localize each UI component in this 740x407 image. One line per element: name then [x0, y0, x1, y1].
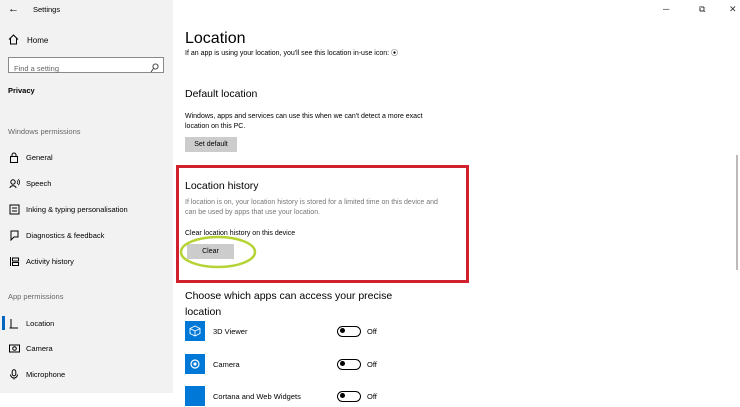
close-button[interactable]: ✕: [729, 4, 737, 15]
sidebar-item-activity-history[interactable]: Activity history: [8, 254, 74, 268]
app-name: 3D Viewer: [213, 326, 248, 336]
sidebar-item-label: Inking & typing personalisation: [26, 204, 128, 214]
microphone-icon: [8, 368, 20, 380]
app-toggle[interactable]: [337, 390, 361, 402]
sidebar-item-label: Location: [26, 318, 55, 328]
highlight-circle: [179, 235, 257, 269]
sidebar-item-label: General: [26, 152, 53, 162]
sidebar-item-microphone[interactable]: Microphone: [8, 367, 65, 381]
sidebar-item-inking[interactable]: Inking & typing personalisation: [8, 202, 128, 216]
sidebar-item-label: Activity history: [26, 256, 74, 266]
active-indicator: [2, 316, 5, 330]
lock-icon: [8, 151, 20, 163]
app-permissions-label: App permissions: [8, 292, 64, 301]
set-default-button[interactable]: Set default: [185, 137, 237, 152]
speech-icon: [8, 177, 20, 189]
sidebar: ← Settings Home Privacy Windows permissi…: [0, 0, 173, 393]
title-bar: ← Settings: [0, 0, 173, 20]
app-name: Camera: [213, 359, 240, 369]
home-label: Home: [27, 35, 49, 45]
sidebar-item-speech[interactable]: Speech: [8, 176, 51, 190]
choose-apps-title: Choose which apps can access your precis…: [185, 290, 393, 318]
default-location-desc: Windows, apps and services can use this …: [185, 113, 423, 130]
minimize-button[interactable]: ─: [663, 4, 669, 14]
feedback-icon: [8, 229, 20, 241]
scrollbar[interactable]: [736, 155, 738, 270]
in-use-text: If an app is using your location, you'll…: [185, 50, 399, 57]
cube-icon: [185, 321, 205, 341]
app-toggle[interactable]: [337, 358, 361, 370]
default-location-title: Default location: [185, 88, 258, 100]
home-icon: [8, 33, 20, 47]
back-arrow-icon[interactable]: ←: [8, 3, 19, 15]
app-title: Settings: [33, 5, 61, 14]
app-row-3d-viewer: 3D Viewer Off: [185, 320, 377, 342]
camera-app-icon: [185, 354, 205, 374]
camera-icon: [8, 342, 20, 354]
sidebar-item-label: Diagnostics & feedback: [26, 230, 105, 240]
search-box[interactable]: [8, 57, 164, 76]
activity-icon: [8, 255, 20, 267]
sidebar-item-diagnostics[interactable]: Diagnostics & feedback: [8, 228, 104, 242]
inking-icon: [8, 203, 20, 215]
page-title: Location: [185, 30, 246, 47]
sidebar-item-general[interactable]: General: [8, 150, 53, 164]
location-icon: [8, 317, 20, 329]
sidebar-item-label: Camera: [26, 343, 53, 353]
search-icon[interactable]: [150, 60, 159, 73]
app-toggle[interactable]: [337, 325, 361, 337]
toggle-state: Off: [367, 359, 377, 369]
sidebar-item-label: Speech: [26, 178, 52, 188]
windows-permissions-label: Windows permissions: [8, 127, 81, 136]
toggle-state: Off: [367, 326, 377, 336]
category-heading: Privacy: [8, 86, 35, 95]
cortana-icon: [185, 386, 205, 406]
sidebar-item-location[interactable]: Location: [8, 316, 54, 330]
sidebar-item-camera[interactable]: Camera: [8, 341, 53, 355]
maximize-button[interactable]: ⧉: [699, 4, 705, 15]
app-row-camera: Camera Off: [185, 353, 377, 375]
app-row-cortana: Cortana and Web Widgets Off: [185, 385, 377, 407]
search-input[interactable]: [9, 61, 144, 76]
sidebar-item-label: Microphone: [26, 369, 66, 379]
sidebar-item-home[interactable]: Home: [8, 33, 48, 47]
